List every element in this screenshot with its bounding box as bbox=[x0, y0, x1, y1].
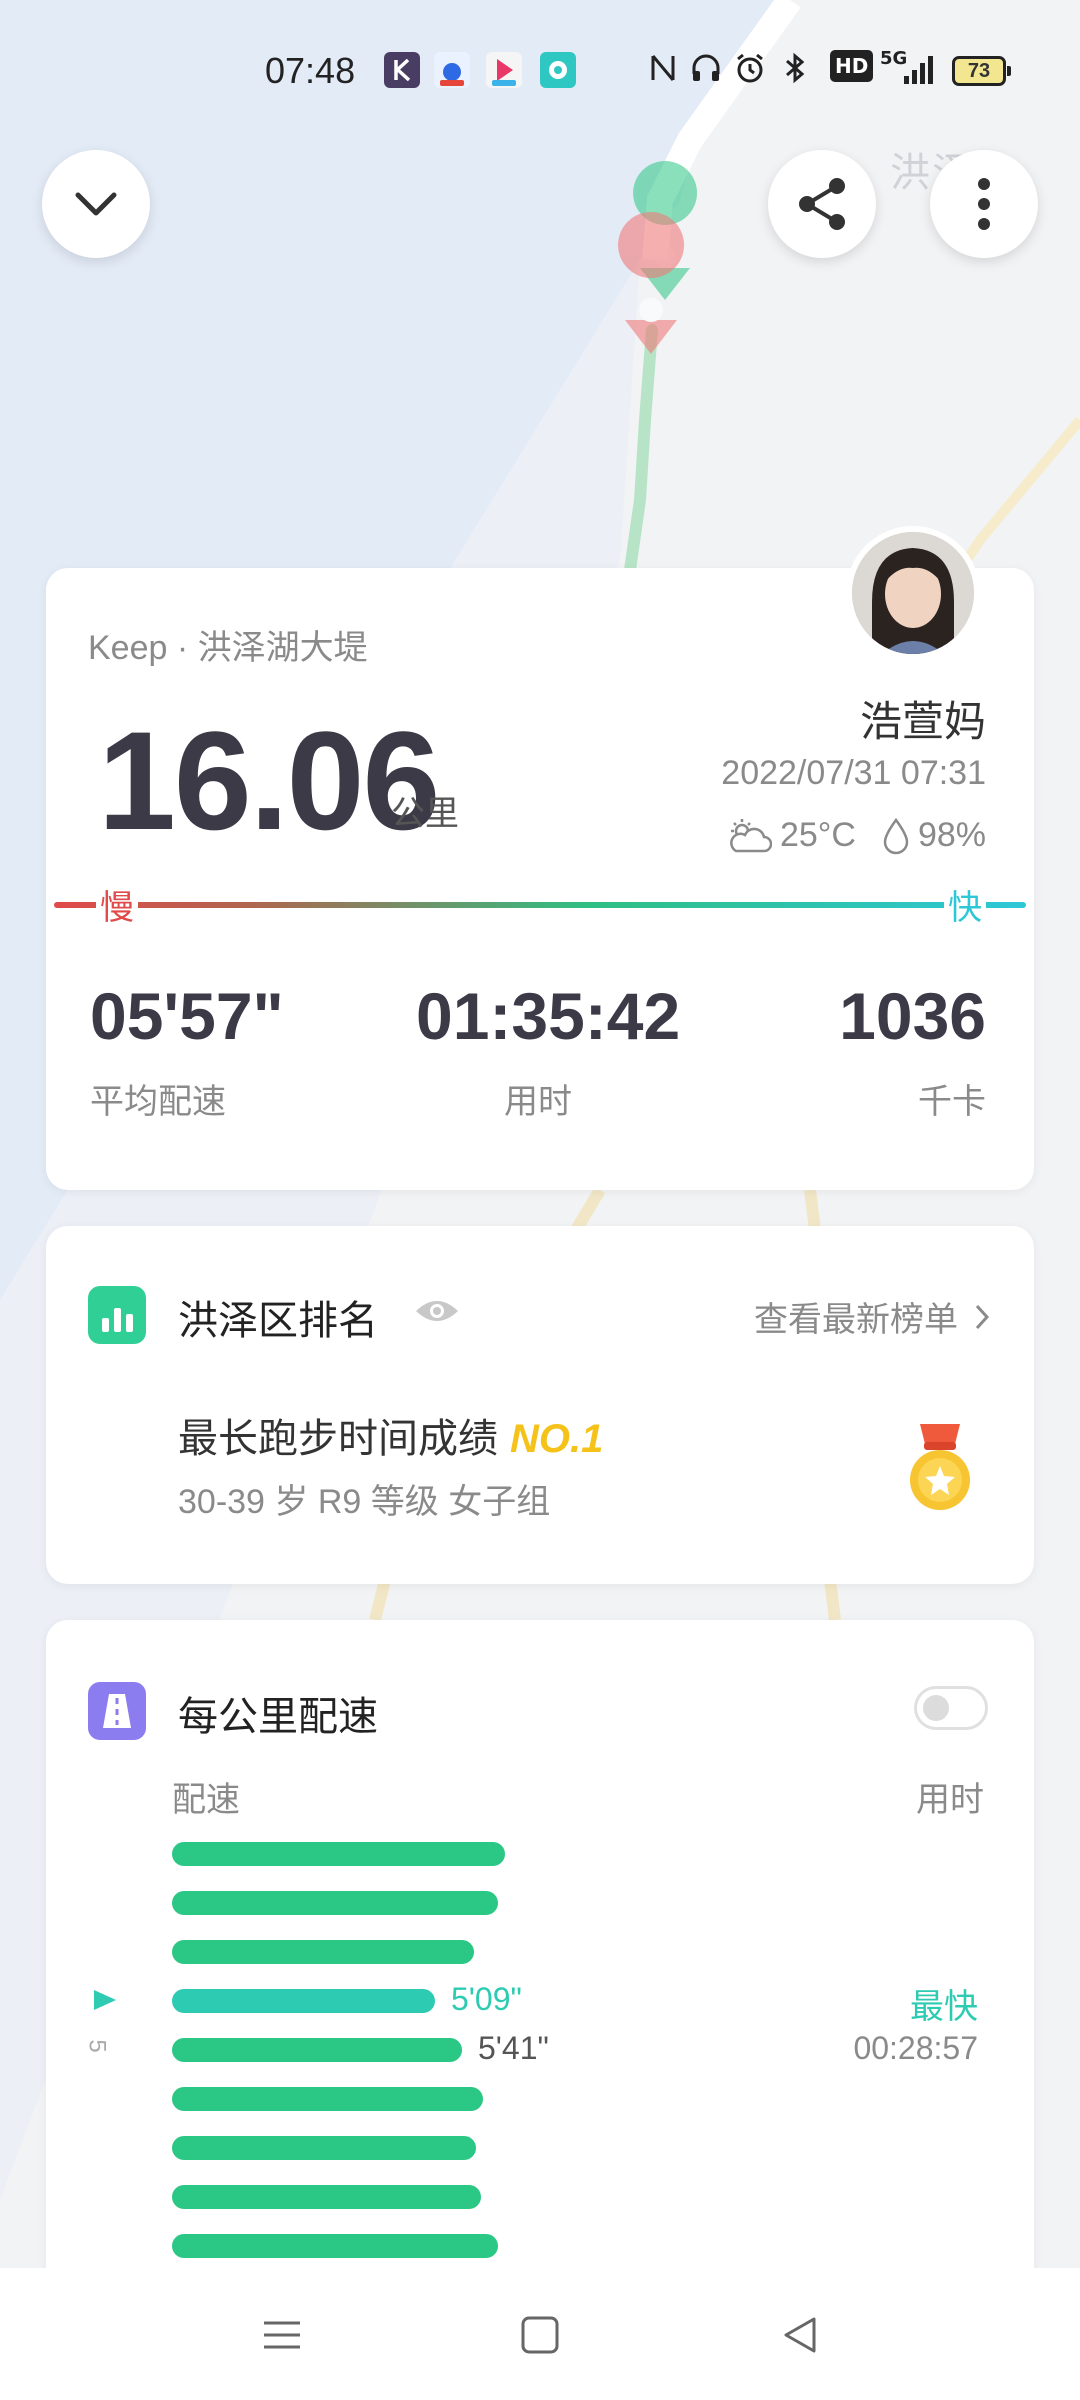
pace-bar-km-4[interactable] bbox=[172, 1989, 435, 2013]
keep-app-icon bbox=[384, 52, 420, 88]
duration-value: 01:35:42 bbox=[416, 979, 681, 1053]
fast-label: 快 bbox=[944, 880, 986, 929]
pace-bar-km-2[interactable] bbox=[172, 1891, 498, 1915]
gold-medal-icon bbox=[910, 1424, 970, 1510]
home-button[interactable] bbox=[510, 2310, 570, 2360]
battery-indicator: 73 bbox=[952, 56, 1011, 86]
baidu-app-icon bbox=[434, 52, 470, 88]
duration-label: 用时 bbox=[504, 1083, 572, 1121]
eye-icon[interactable] bbox=[414, 1296, 460, 1326]
signal-icon bbox=[896, 52, 936, 94]
pace-bar-km-1[interactable] bbox=[172, 1842, 505, 1866]
pace-bar-km-8[interactable] bbox=[172, 2185, 481, 2209]
slow-label: 慢 bbox=[96, 880, 138, 929]
user-name: 浩萱妈 bbox=[859, 698, 986, 745]
share-button[interactable] bbox=[768, 150, 876, 258]
distance-unit: 公里 bbox=[391, 795, 459, 833]
fastest-marker-icon bbox=[94, 1990, 116, 2010]
pace-bar-km-3[interactable] bbox=[172, 1940, 474, 1964]
source-location: Keep · 洪泽湖大堤 bbox=[88, 629, 368, 667]
run-datetime: 2022/07/31 07:31 bbox=[721, 754, 986, 792]
chat-app-icon bbox=[540, 52, 576, 88]
share-icon bbox=[799, 178, 845, 230]
chevron-right-icon bbox=[975, 1304, 990, 1329]
run-summary-card: Keep · 洪泽湖大堤 16.06 公里 浩萱妈 2022/07/31 07:… bbox=[46, 526, 1034, 1190]
clock: 07:48 bbox=[265, 50, 356, 91]
avg-pace-label: 平均配速 bbox=[90, 1083, 226, 1121]
achievement-line: 最长跑步时间成绩 NO.1 bbox=[178, 1406, 603, 1464]
system-nav-bar bbox=[0, 2268, 1080, 2400]
pace-label-km-5: 5'41" bbox=[478, 2030, 549, 2066]
rank-number: NO.1 bbox=[510, 1417, 604, 1461]
achievement-text: 最长跑步时间成绩 bbox=[178, 1417, 498, 1461]
user-photo bbox=[852, 532, 974, 654]
nfc-icon bbox=[648, 52, 678, 92]
avatar[interactable] bbox=[846, 526, 980, 660]
ranking-chart-icon bbox=[88, 1286, 146, 1344]
weather-info: 25°C 98% bbox=[726, 816, 986, 855]
pace-bar-km-5[interactable] bbox=[172, 2038, 462, 2062]
bluetooth-icon bbox=[780, 52, 810, 92]
view-latest-leaderboard-link[interactable]: 查看最新榜单 bbox=[754, 1292, 990, 1341]
split-time-km-5: 00:28:57 bbox=[853, 2030, 978, 2066]
calories-label: 千卡 bbox=[918, 1083, 986, 1121]
fastest-tag: 最快 bbox=[910, 1988, 978, 2026]
headphones-icon bbox=[690, 52, 722, 92]
collapse-button[interactable] bbox=[42, 150, 150, 258]
distance-value: 16.06 bbox=[98, 702, 440, 859]
km-marker: 5 bbox=[83, 2039, 111, 2053]
back-triangle-icon bbox=[784, 2317, 816, 2353]
ranking-title: 洪泽区排名 bbox=[178, 1299, 378, 1343]
video-app-icon bbox=[486, 52, 522, 88]
menu-icon bbox=[264, 2321, 300, 2349]
pace-bar-km-9[interactable] bbox=[172, 2234, 498, 2258]
speed-gradient-line bbox=[54, 902, 1026, 908]
alarm-icon bbox=[734, 52, 766, 92]
pace-label-km-4: 5'09" bbox=[451, 1981, 522, 2017]
menu-button[interactable] bbox=[252, 2310, 312, 2360]
back-button[interactable] bbox=[770, 2310, 830, 2360]
view-link-label: 查看最新榜单 bbox=[754, 1301, 958, 1339]
more-options-button[interactable] bbox=[930, 150, 1038, 258]
ranking-group: 30-39 岁 R9 等级 女子组 bbox=[178, 1483, 551, 1521]
humidity: 98% bbox=[917, 816, 986, 854]
pace-bar-km-6[interactable] bbox=[172, 2087, 483, 2111]
hd-badge: HD bbox=[830, 50, 874, 82]
pace-bar-km-7[interactable] bbox=[172, 2136, 476, 2160]
calories-value: 1036 bbox=[839, 979, 986, 1053]
partly-cloudy-icon bbox=[730, 818, 772, 852]
home-square-icon bbox=[521, 2316, 559, 2354]
district-ranking-card[interactable]: 洪泽区排名 查看最新榜单 最长跑步时间成绩 NO.1 30-39 岁 R9 等级 … bbox=[46, 1226, 1034, 1584]
avg-pace-value: 05'57" bbox=[90, 979, 284, 1053]
status-bar: 07:48 HD 5G 73 bbox=[0, 46, 1080, 98]
humidity-drop-icon bbox=[883, 817, 909, 854]
chevron-down-icon bbox=[75, 192, 117, 216]
temperature: 25°C bbox=[779, 816, 856, 854]
more-vertical-icon bbox=[978, 178, 990, 230]
